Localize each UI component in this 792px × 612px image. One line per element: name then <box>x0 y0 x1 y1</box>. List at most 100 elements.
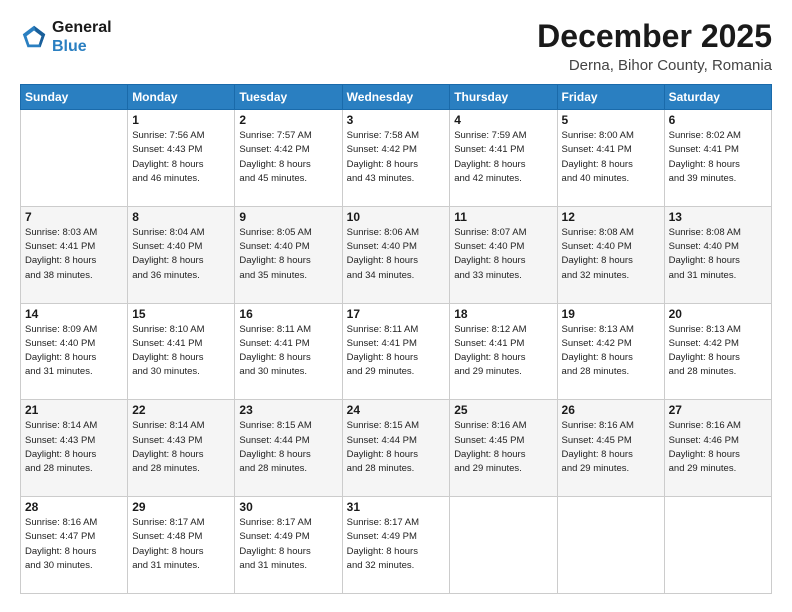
day-number: 23 <box>239 403 337 417</box>
day-number: 28 <box>25 500 123 514</box>
logo-icon <box>20 23 48 51</box>
week-row-3: 21 Sunrise: 8:14 AM Sunset: 4:43 PM Dayli… <box>21 400 772 497</box>
day-cell: 12 Sunrise: 8:08 AM Sunset: 4:40 PM Dayli… <box>557 206 664 303</box>
day-number: 31 <box>347 500 446 514</box>
title-section: December 2025 Derna, Bihor County, Roman… <box>537 18 772 74</box>
day-info: Sunrise: 8:13 AM Sunset: 4:42 PM Dayligh… <box>669 323 767 380</box>
day-cell: 29 Sunrise: 8:17 AM Sunset: 4:48 PM Dayli… <box>128 497 235 594</box>
day-cell: 28 Sunrise: 8:16 AM Sunset: 4:47 PM Dayli… <box>21 497 128 594</box>
day-info: Sunrise: 8:14 AM Sunset: 4:43 PM Dayligh… <box>25 419 123 476</box>
day-info: Sunrise: 7:56 AM Sunset: 4:43 PM Dayligh… <box>132 129 230 186</box>
day-cell: 1 Sunrise: 7:56 AM Sunset: 4:43 PM Daylig… <box>128 110 235 207</box>
day-cell: 9 Sunrise: 8:05 AM Sunset: 4:40 PM Daylig… <box>235 206 342 303</box>
weekday-header-sunday: Sunday <box>21 85 128 110</box>
day-number: 25 <box>454 403 552 417</box>
day-cell: 5 Sunrise: 8:00 AM Sunset: 4:41 PM Daylig… <box>557 110 664 207</box>
day-info: Sunrise: 8:08 AM Sunset: 4:40 PM Dayligh… <box>562 226 660 283</box>
header: General Blue December 2025 Derna, Bihor … <box>20 18 772 74</box>
day-number: 15 <box>132 307 230 321</box>
day-cell: 15 Sunrise: 8:10 AM Sunset: 4:41 PM Dayli… <box>128 303 235 400</box>
day-info: Sunrise: 8:15 AM Sunset: 4:44 PM Dayligh… <box>239 419 337 476</box>
logo-line2: Blue <box>52 37 112 56</box>
day-info: Sunrise: 8:16 AM Sunset: 4:45 PM Dayligh… <box>454 419 552 476</box>
day-info: Sunrise: 8:10 AM Sunset: 4:41 PM Dayligh… <box>132 323 230 380</box>
day-cell: 17 Sunrise: 8:11 AM Sunset: 4:41 PM Dayli… <box>342 303 450 400</box>
weekday-header-row: SundayMondayTuesdayWednesdayThursdayFrid… <box>21 85 772 110</box>
day-number: 9 <box>239 210 337 224</box>
day-info: Sunrise: 8:13 AM Sunset: 4:42 PM Dayligh… <box>562 323 660 380</box>
day-number: 30 <box>239 500 337 514</box>
day-number: 4 <box>454 113 552 127</box>
day-cell: 2Sunrise: 7:57 AM Sunset: 4:42 PM Daylig… <box>235 110 342 207</box>
day-cell: 10 Sunrise: 8:06 AM Sunset: 4:40 PM Dayli… <box>342 206 450 303</box>
day-number: 24 <box>347 403 446 417</box>
day-info: Sunrise: 8:17 AM Sunset: 4:49 PM Dayligh… <box>239 516 337 573</box>
week-row-0: 1 Sunrise: 7:56 AM Sunset: 4:43 PM Daylig… <box>21 110 772 207</box>
day-info: Sunrise: 8:02 AM Sunset: 4:41 PM Dayligh… <box>669 129 767 186</box>
logo: General Blue <box>20 18 112 56</box>
day-number: 20 <box>669 307 767 321</box>
day-cell: 19 Sunrise: 8:13 AM Sunset: 4:42 PM Dayli… <box>557 303 664 400</box>
subtitle: Derna, Bihor County, Romania <box>537 57 772 74</box>
day-info: Sunrise: 8:05 AM Sunset: 4:40 PM Dayligh… <box>239 226 337 283</box>
day-number: 22 <box>132 403 230 417</box>
day-info: Sunrise: 7:57 AM Sunset: 4:42 PM Dayligh… <box>239 129 337 186</box>
week-row-4: 28 Sunrise: 8:16 AM Sunset: 4:47 PM Dayli… <box>21 497 772 594</box>
day-info: Sunrise: 8:14 AM Sunset: 4:43 PM Dayligh… <box>132 419 230 476</box>
day-cell: 7Sunrise: 8:03 AM Sunset: 4:41 PM Daylig… <box>21 206 128 303</box>
day-cell: 23 Sunrise: 8:15 AM Sunset: 4:44 PM Dayli… <box>235 400 342 497</box>
weekday-header-thursday: Thursday <box>450 85 557 110</box>
day-cell <box>664 497 771 594</box>
week-row-2: 14Sunrise: 8:09 AM Sunset: 4:40 PM Dayli… <box>21 303 772 400</box>
day-cell: 26Sunrise: 8:16 AM Sunset: 4:45 PM Dayli… <box>557 400 664 497</box>
day-cell: 8Sunrise: 8:04 AM Sunset: 4:40 PM Daylig… <box>128 206 235 303</box>
day-cell: 20 Sunrise: 8:13 AM Sunset: 4:42 PM Dayli… <box>664 303 771 400</box>
day-cell: 31Sunrise: 8:17 AM Sunset: 4:49 PM Dayli… <box>342 497 450 594</box>
day-number: 19 <box>562 307 660 321</box>
day-cell: 21 Sunrise: 8:14 AM Sunset: 4:43 PM Dayli… <box>21 400 128 497</box>
day-cell: 11 Sunrise: 8:07 AM Sunset: 4:40 PM Dayli… <box>450 206 557 303</box>
day-info: Sunrise: 8:04 AM Sunset: 4:40 PM Dayligh… <box>132 226 230 283</box>
day-cell <box>21 110 128 207</box>
day-number: 21 <box>25 403 123 417</box>
day-info: Sunrise: 8:09 AM Sunset: 4:40 PM Dayligh… <box>25 323 123 380</box>
day-number: 12 <box>562 210 660 224</box>
day-info: Sunrise: 8:06 AM Sunset: 4:40 PM Dayligh… <box>347 226 446 283</box>
day-number: 1 <box>132 113 230 127</box>
day-number: 6 <box>669 113 767 127</box>
day-number: 17 <box>347 307 446 321</box>
day-info: Sunrise: 8:12 AM Sunset: 4:41 PM Dayligh… <box>454 323 552 380</box>
calendar: SundayMondayTuesdayWednesdayThursdayFrid… <box>20 84 772 594</box>
weekday-header-saturday: Saturday <box>664 85 771 110</box>
day-info: Sunrise: 8:15 AM Sunset: 4:44 PM Dayligh… <box>347 419 446 476</box>
day-info: Sunrise: 8:03 AM Sunset: 4:41 PM Dayligh… <box>25 226 123 283</box>
day-info: Sunrise: 7:58 AM Sunset: 4:42 PM Dayligh… <box>347 129 446 186</box>
day-cell: 27Sunrise: 8:16 AM Sunset: 4:46 PM Dayli… <box>664 400 771 497</box>
weekday-header-wednesday: Wednesday <box>342 85 450 110</box>
day-cell: 24 Sunrise: 8:15 AM Sunset: 4:44 PM Dayli… <box>342 400 450 497</box>
day-number: 5 <box>562 113 660 127</box>
day-cell: 4Sunrise: 7:59 AM Sunset: 4:41 PM Daylig… <box>450 110 557 207</box>
day-cell: 30 Sunrise: 8:17 AM Sunset: 4:49 PM Dayli… <box>235 497 342 594</box>
day-info: Sunrise: 8:00 AM Sunset: 4:41 PM Dayligh… <box>562 129 660 186</box>
day-cell: 3Sunrise: 7:58 AM Sunset: 4:42 PM Daylig… <box>342 110 450 207</box>
weekday-header-friday: Friday <box>557 85 664 110</box>
day-cell <box>557 497 664 594</box>
day-info: Sunrise: 8:08 AM Sunset: 4:40 PM Dayligh… <box>669 226 767 283</box>
day-number: 11 <box>454 210 552 224</box>
main-title: December 2025 <box>537 18 772 55</box>
weekday-header-tuesday: Tuesday <box>235 85 342 110</box>
day-cell: 14Sunrise: 8:09 AM Sunset: 4:40 PM Dayli… <box>21 303 128 400</box>
week-row-1: 7Sunrise: 8:03 AM Sunset: 4:41 PM Daylig… <box>21 206 772 303</box>
day-info: Sunrise: 8:07 AM Sunset: 4:40 PM Dayligh… <box>454 226 552 283</box>
day-cell <box>450 497 557 594</box>
day-info: Sunrise: 8:16 AM Sunset: 4:46 PM Dayligh… <box>669 419 767 476</box>
day-info: Sunrise: 8:16 AM Sunset: 4:47 PM Dayligh… <box>25 516 123 573</box>
day-number: 10 <box>347 210 446 224</box>
day-info: Sunrise: 8:11 AM Sunset: 4:41 PM Dayligh… <box>347 323 446 380</box>
day-cell: 25 Sunrise: 8:16 AM Sunset: 4:45 PM Dayli… <box>450 400 557 497</box>
day-cell: 18Sunrise: 8:12 AM Sunset: 4:41 PM Dayli… <box>450 303 557 400</box>
day-number: 16 <box>239 307 337 321</box>
day-number: 29 <box>132 500 230 514</box>
day-info: Sunrise: 8:17 AM Sunset: 4:48 PM Dayligh… <box>132 516 230 573</box>
